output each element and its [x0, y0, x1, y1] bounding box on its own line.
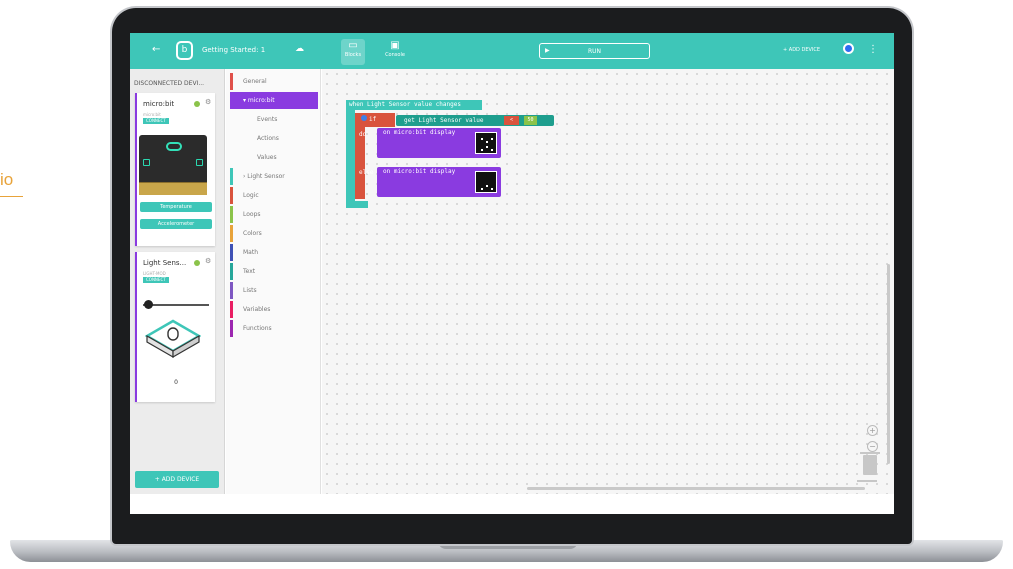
console-icon: ▣ — [390, 40, 400, 51]
blocks-icon: ▭ — [348, 40, 358, 51]
event-block-spine — [346, 110, 355, 208]
button-b-icon[interactable] — [196, 159, 203, 166]
device-subtitle: LIGHT-MOD — [143, 271, 166, 276]
if-block[interactable]: if — [355, 113, 395, 127]
else-label: else — [359, 169, 374, 176]
display-block-else[interactable]: on micro:bit display — [377, 167, 501, 197]
cloud-icon[interactable]: ☁ — [295, 44, 304, 54]
do-label: do — [359, 131, 367, 138]
run-button[interactable]: ▶ RUN — [539, 43, 650, 59]
vertical-scrollbar[interactable] — [887, 264, 890, 464]
stray-underline — [0, 196, 23, 197]
gear-icon[interactable]: ⚙ — [205, 257, 211, 265]
accelerometer-button[interactable]: Accelerometer — [140, 219, 212, 229]
toolbox-category[interactable]: General — [230, 73, 318, 90]
zoom-in-button[interactable]: + — [867, 425, 878, 436]
toolbox-category[interactable]: Functions — [230, 320, 318, 337]
light-slider-knob[interactable] — [144, 300, 153, 309]
toolbox-category[interactable]: Text — [230, 263, 318, 280]
light-sensor-icon — [145, 319, 201, 359]
toolbox-category[interactable]: ▾ micro:bit — [230, 92, 318, 109]
toolbox-category[interactable]: Variables — [230, 301, 318, 318]
gauge-block[interactable]: get Light Sensor value < 50 — [396, 115, 554, 126]
top-bar: ← b Getting Started: 1 ☁ ▭ Blocks ▣ Cons… — [130, 33, 894, 69]
toolbox-category[interactable]: Values — [230, 149, 318, 166]
add-device-button[interactable]: + ADD DEVICE — [135, 471, 219, 488]
edge-connector — [139, 182, 207, 195]
led-grid-icon[interactable] — [475, 171, 497, 193]
tab-blocks-label: Blocks — [344, 52, 362, 58]
user-avatar[interactable] — [843, 43, 854, 54]
toolbox-category[interactable]: Actions — [230, 130, 318, 147]
if-label: if — [369, 116, 377, 123]
settings-icon[interactable] — [361, 115, 367, 121]
device-name: micro:bit — [143, 100, 175, 108]
stray-text: io — [0, 170, 14, 189]
run-label: RUN — [587, 48, 602, 55]
device-card-light-sensor[interactable]: Light Sens... ⚙ LIGHT-MOD CONNECT 0 — [135, 252, 215, 402]
tab-blocks[interactable]: ▭ Blocks — [341, 39, 365, 65]
device-card-microbit[interactable]: micro:bit ⚙ micro:bit CONNECT Temperatur… — [135, 93, 215, 246]
toolbox-category[interactable]: › Light Sensor — [230, 168, 318, 185]
device-panel: DISCONNECTED DEVI... micro:bit ⚙ micro:b… — [130, 69, 225, 494]
toolbox-category[interactable]: Logic — [230, 187, 318, 204]
toolbox-category[interactable]: Colors — [230, 225, 318, 242]
led-grid-icon[interactable] — [475, 132, 497, 154]
app-window: ← b Getting Started: 1 ☁ ▭ Blocks ▣ Cons… — [130, 33, 894, 514]
event-block-foot — [346, 201, 368, 208]
device-name: Light Sens... — [143, 259, 187, 267]
led-display — [166, 142, 182, 151]
connect-button[interactable]: CONNECT — [143, 118, 169, 124]
gauge-label: get Light Sensor value — [404, 117, 484, 124]
back-arrow-icon[interactable]: ← — [152, 44, 160, 55]
block-workspace[interactable]: when Light Sensor value changes if do el… — [322, 69, 894, 494]
microbit-board — [139, 135, 207, 195]
display-block-do[interactable]: on micro:bit display — [377, 128, 501, 158]
toolbox-category[interactable]: Events — [230, 111, 318, 128]
app-logo-icon: b — [176, 41, 193, 60]
add-device-top-button[interactable]: + ADD DEVICE — [783, 47, 820, 53]
block-category-list: General ▾ micro:bit Events Actions Values › L… — [226, 69, 321, 494]
operator-block[interactable]: < — [504, 116, 519, 125]
device-subtitle: micro:bit — [143, 112, 161, 117]
light-sensor-value: 0 — [174, 379, 178, 386]
more-menu-icon[interactable]: ⋮ — [868, 44, 878, 55]
connect-button[interactable]: CONNECT — [143, 277, 169, 283]
event-block[interactable]: when Light Sensor value changes — [346, 100, 482, 110]
laptop-scene: io ← b Getting Started: 1 ☁ ▭ Blocks ▣ C… — [0, 0, 1013, 569]
status-check-icon — [194, 260, 200, 266]
button-a-icon[interactable] — [143, 159, 150, 166]
tab-console-label: Console — [385, 52, 405, 58]
trash-icon[interactable] — [860, 452, 880, 475]
threshold-input[interactable]: 50 — [524, 116, 537, 125]
zoom-out-button[interactable]: − — [867, 441, 878, 452]
toolbox-category[interactable]: Math — [230, 244, 318, 261]
display-label: on micro:bit display — [383, 129, 456, 136]
device-panel-title: DISCONNECTED DEVI... — [134, 80, 205, 87]
toolbox-category[interactable]: Loops — [230, 206, 318, 223]
status-check-icon — [194, 101, 200, 107]
horizontal-scrollbar[interactable] — [527, 487, 865, 490]
gear-icon[interactable]: ⚙ — [205, 98, 211, 106]
project-title[interactable]: Getting Started: 1 — [202, 46, 265, 54]
temperature-button[interactable]: Temperature — [140, 202, 212, 212]
display-label: on micro:bit display — [383, 168, 456, 175]
toolbox-category[interactable]: Lists — [230, 282, 318, 299]
tab-console[interactable]: ▣ Console — [383, 39, 407, 65]
